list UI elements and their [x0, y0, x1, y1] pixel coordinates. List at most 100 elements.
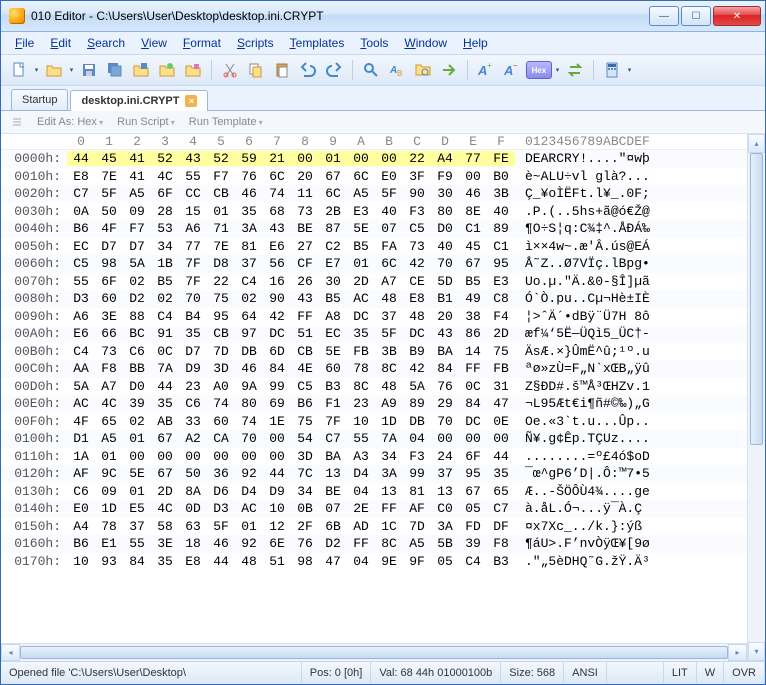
hex-row[interactable]: 00A0h:E666BC9135CB97DC51EC355FDC43862Dæf…: [1, 325, 747, 343]
run-template-dropdown[interactable]: Run Template: [189, 116, 263, 128]
scroll-down-icon[interactable]: ▾: [748, 642, 765, 661]
titlebar[interactable]: 010 Editor - C:\Users\User\Desktop\deskt…: [1, 1, 765, 32]
hex-row[interactable]: 0140h:E01DE54C0DD3AC100B072EFFAFC005C7à.…: [1, 500, 747, 518]
menu-tools[interactable]: Tools: [352, 34, 396, 52]
undo-icon[interactable]: [296, 58, 320, 82]
svg-text:A: A: [478, 63, 487, 78]
menu-view[interactable]: View: [133, 34, 175, 52]
new-dropdown[interactable]: ▾: [33, 66, 40, 74]
tab-bar: Startup desktop.ini.CRYPT×: [1, 86, 765, 111]
find-in-files-icon[interactable]: [411, 58, 435, 82]
font-larger-icon[interactable]: A+: [474, 58, 498, 82]
status-file: Opened file 'C:\Users\User\Desktop\: [1, 662, 302, 684]
svg-text:B: B: [397, 69, 402, 78]
tools-dropdown[interactable]: ▾: [626, 66, 633, 74]
hex-row[interactable]: 0130h:C609012D8AD6D4D934BE041381136765Æ.…: [1, 483, 747, 501]
hex-row[interactable]: 00B0h:C473C60CD77DDB6DCB5EFB3BB9BA1475Äs…: [1, 343, 747, 361]
app-icon: [9, 8, 25, 24]
open-dropdown[interactable]: ▾: [68, 66, 75, 74]
hex-row[interactable]: 00F0h:4F6502AB3360741E757F101DDB70DC0EOe…: [1, 413, 747, 431]
menubar: File Edit Search View Format Scripts Tem…: [1, 32, 765, 55]
hex-row[interactable]: 00C0h:AAF8BB7AD93D46844E60788C4284FFFBªø…: [1, 360, 747, 378]
scroll-right-icon[interactable]: ▸: [728, 644, 747, 661]
cut-icon[interactable]: [218, 58, 242, 82]
app-window: 010 Editor - C:\Users\User\Desktop\deskt…: [0, 0, 766, 685]
status-endian[interactable]: LIT: [664, 662, 697, 684]
hex-row[interactable]: 0030h:0A50092815013568732BE340F3808E40.P…: [1, 203, 747, 221]
window-title: 010 Editor - C:\Users\User\Desktop\deskt…: [31, 9, 647, 23]
status-bar: Opened file 'C:\Users\User\Desktop\ Pos:…: [1, 661, 765, 684]
run-script-dropdown[interactable]: Run Script: [117, 116, 175, 128]
hex-row[interactable]: 0010h:E87E414C55F7766C20676CE03FF900B0è~…: [1, 168, 747, 186]
config-icon[interactable]: [11, 116, 23, 128]
menu-scripts[interactable]: Scripts: [229, 34, 282, 52]
menu-edit[interactable]: Edit: [42, 34, 79, 52]
scroll-up-icon[interactable]: ▴: [748, 134, 765, 153]
close-tab-icon[interactable]: ×: [185, 95, 197, 107]
sub-toolbar: Edit As: Hex Run Script Run Template: [1, 111, 765, 134]
hex-row[interactable]: 0070h:556F02B57F22C41626302DA7CE5DB5E3Uo…: [1, 273, 747, 291]
svg-text:−: −: [513, 62, 518, 70]
horizontal-scrollbar[interactable]: ◂ ▸: [1, 643, 747, 661]
vertical-scrollbar[interactable]: ▴ ▾: [747, 134, 765, 661]
font-smaller-icon[interactable]: A−: [500, 58, 524, 82]
status-val: Val: 68 44h 01000100b: [371, 662, 501, 684]
hex-row[interactable]: 0120h:AF9C5E67503692447C13D43A99379535¯œ…: [1, 465, 747, 483]
tab-file[interactable]: desktop.ini.CRYPT×: [70, 90, 208, 111]
toggle-endian-icon[interactable]: [563, 58, 587, 82]
menu-format[interactable]: Format: [175, 34, 229, 52]
hex-editor[interactable]: 0 1 2 3 4 5 6 7 8 9 A B C D E F 01234567…: [1, 134, 747, 643]
menu-templates[interactable]: Templates: [282, 34, 353, 52]
hex-row[interactable]: 0080h:D360D2027075029043B5AC48E8B149C8Ó`…: [1, 290, 747, 308]
status-ovr[interactable]: OVR: [724, 662, 765, 684]
hex-row[interactable]: 0160h:B6E1553E1846926E76D2FF8CA55B39F8¶á…: [1, 535, 747, 553]
hex-row[interactable]: 0020h:C75FA56FCCCB4674116CA55F9030463BÇ_…: [1, 185, 747, 203]
new-file-icon[interactable]: [7, 58, 31, 82]
redo-icon[interactable]: [322, 58, 346, 82]
open-process-icon[interactable]: [181, 58, 205, 82]
svg-text:A: A: [389, 65, 397, 76]
scroll-left-icon[interactable]: ◂: [1, 644, 20, 661]
status-encoding[interactable]: ANSI: [564, 662, 607, 684]
menu-search[interactable]: Search: [79, 34, 133, 52]
find-icon[interactable]: [359, 58, 383, 82]
goto-icon[interactable]: [437, 58, 461, 82]
close-button[interactable]: ✕: [713, 6, 761, 26]
hex-mode-badge[interactable]: Hex: [526, 61, 552, 79]
status-size: Size: 568: [501, 662, 564, 684]
hex-row[interactable]: 0000h:44454152435259210001000022A477FEDE…: [1, 150, 747, 168]
toolbar: ▾ ▾ AB A+ A− Hex ▾ ▾: [1, 55, 765, 86]
hex-row[interactable]: 0110h:1A010000000000003DBAA334F3246F44..…: [1, 448, 747, 466]
hex-row[interactable]: 0050h:ECD7D734777E81E627C2B5FA734045C1ì×…: [1, 238, 747, 256]
maximize-button[interactable]: ☐: [681, 6, 711, 26]
menu-help[interactable]: Help: [455, 34, 496, 52]
hex-row[interactable]: 0090h:A63E88C4B4956442FFA8DC37482038F4¦>…: [1, 308, 747, 326]
save-as-icon[interactable]: [129, 58, 153, 82]
hex-row[interactable]: 0100h:D1A50167A2CA700054C7557A04000000Ñ¥…: [1, 430, 747, 448]
svg-text:+: +: [487, 62, 492, 70]
paste-icon[interactable]: [270, 58, 294, 82]
status-pos: Pos: 0 [0h]: [302, 662, 372, 684]
open-drive-icon[interactable]: [155, 58, 179, 82]
save-icon[interactable]: [77, 58, 101, 82]
hex-row[interactable]: 0040h:B64FF753A6713A43BE875E07C5D0C189¶O…: [1, 220, 747, 238]
hex-row[interactable]: 00D0h:5AA7D04423A09A99C5B38C485A760C31Z§…: [1, 378, 747, 396]
calculator-icon[interactable]: [600, 58, 624, 82]
hex-row[interactable]: 0060h:C5985A1B7FD83756CFE7016C42706795Å˜…: [1, 255, 747, 273]
hex-row[interactable]: 0170h:10938435E84448519847049E9F05C4B3."…: [1, 553, 747, 571]
hex-dropdown[interactable]: ▾: [554, 66, 561, 74]
tab-startup[interactable]: Startup: [11, 89, 68, 110]
save-all-icon[interactable]: [103, 58, 127, 82]
replace-icon[interactable]: AB: [385, 58, 409, 82]
hex-header: 0 1 2 3 4 5 6 7 8 9 A B C D E F 01234567…: [1, 134, 747, 150]
edit-as-dropdown[interactable]: Edit As: Hex: [37, 116, 103, 128]
menu-file[interactable]: File: [7, 34, 42, 52]
status-w[interactable]: W: [697, 662, 724, 684]
open-file-icon[interactable]: [42, 58, 66, 82]
copy-icon[interactable]: [244, 58, 268, 82]
minimize-button[interactable]: —: [649, 6, 679, 26]
menu-window[interactable]: Window: [396, 34, 455, 52]
hex-row[interactable]: 0150h:A4783758635F01122F6BAD1C7D3AFDDF¤x…: [1, 518, 747, 536]
svg-text:A: A: [504, 63, 513, 78]
hex-row[interactable]: 00E0h:AC4C3935C6748069B6F123A989298447¬L…: [1, 395, 747, 413]
